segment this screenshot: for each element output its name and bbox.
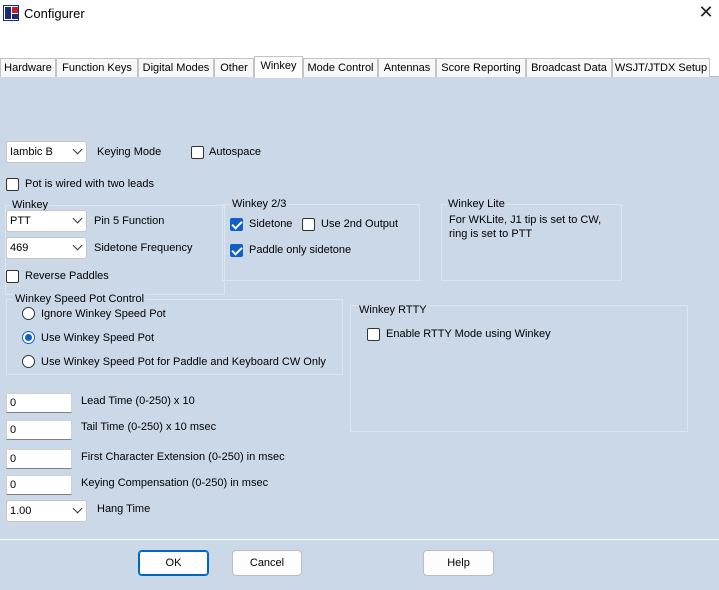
sidetone-frequency-select[interactable]: 469 <box>6 237 87 259</box>
tail-time-label: Tail Time (0-250) x 10 msec <box>81 421 217 433</box>
autospace-checkbox[interactable] <box>191 146 204 159</box>
tab-broadcast-data[interactable]: Broadcast Data <box>526 58 612 77</box>
ok-button[interactable]: OK <box>138 550 209 576</box>
keying-mode-select[interactable]: Iambic B <box>6 141 87 163</box>
close-icon[interactable]: ✕ <box>695 3 717 23</box>
app-logo-icon <box>3 5 19 21</box>
tab-digital-modes[interactable]: Digital Modes <box>138 58 214 77</box>
dialog-footer: OK Cancel Help <box>0 539 719 590</box>
tail-time-input[interactable]: 0 <box>6 420 72 440</box>
winkey-rtty-group <box>350 305 688 432</box>
pin5-function-select[interactable]: PTT <box>6 210 87 232</box>
tab-other[interactable]: Other <box>214 58 254 77</box>
enable-rtty-checkbox[interactable] <box>367 328 380 341</box>
chevron-down-icon <box>72 503 83 514</box>
keying-mode-value: Iambic B <box>10 146 53 158</box>
chevron-down-icon <box>72 213 83 224</box>
use-2nd-output-checkbox[interactable] <box>302 218 315 231</box>
autospace-label: Autospace <box>209 146 261 158</box>
winkey-23-group-label: Winkey 2/3 <box>231 198 288 210</box>
winkey-23-group <box>222 204 420 281</box>
hang-time-select[interactable]: 1.00 <box>6 500 87 522</box>
paddle-only-sidetone-label: Paddle only sidetone <box>249 244 352 256</box>
chevron-down-icon <box>72 240 83 251</box>
tab-mode-control[interactable]: Mode Control <box>303 58 378 77</box>
keying-compensation-label: Keying Compensation (0-250) in msec <box>81 477 269 489</box>
speed-pot-group-label: Winkey Speed Pot Control <box>14 293 146 305</box>
ignore-speed-pot-label: Ignore Winkey Speed Pot <box>41 308 166 320</box>
winkey-rtty-group-label: Winkey RTTY <box>358 304 428 316</box>
pot-two-leads-label: Pot is wired with two leads <box>25 178 154 190</box>
chevron-down-icon <box>72 144 83 155</box>
ignore-speed-pot-radio[interactable] <box>22 307 35 320</box>
tab-wsjt-jtdx-setup[interactable]: WSJT/JTDX Setup <box>612 58 710 77</box>
pin5-function-label: Pin 5 Function <box>94 215 165 227</box>
sidetone-frequency-label: Sidetone Frequency <box>94 242 193 254</box>
lead-time-input[interactable]: 0 <box>6 393 72 413</box>
pot-two-leads-checkbox[interactable] <box>6 178 19 191</box>
sidetone-label: Sidetone <box>249 218 293 230</box>
cancel-button[interactable]: Cancel <box>232 550 302 576</box>
lead-time-label: Lead Time (0-250) x 10 <box>81 395 195 407</box>
reverse-paddles-checkbox[interactable] <box>6 270 19 283</box>
reverse-paddles-label: Reverse Paddles <box>25 270 109 282</box>
tab-function-keys[interactable]: Function Keys <box>56 58 138 77</box>
keying-compensation-input[interactable]: 0 <box>6 475 72 495</box>
winkey-panel: Iambic B Keying Mode Autospace Pot is wi… <box>0 77 719 539</box>
first-char-extension-input[interactable]: 0 <box>6 449 72 469</box>
sidetone-frequency-value: 469 <box>10 242 29 254</box>
winkey-lite-note-line1: For WKLite, J1 tip is set to CW, <box>449 214 602 226</box>
sidetone-checkbox[interactable] <box>230 218 243 231</box>
tab-hardware[interactable]: Hardware <box>0 58 56 77</box>
use-speed-pot-label: Use Winkey Speed Pot <box>41 332 155 344</box>
first-char-extension-label: First Character Extension (0-250) in mse… <box>81 451 285 463</box>
winkey-lite-group-label: Winkey Lite <box>447 198 506 210</box>
use-2nd-output-label: Use 2nd Output <box>321 218 399 230</box>
winkey-lite-note-line2: ring is set to PTT <box>449 228 533 240</box>
tab-strip: Hardware Function Keys Digital Modes Oth… <box>0 56 719 78</box>
window-title: Configurer <box>24 6 85 21</box>
pin5-function-value: PTT <box>10 215 31 227</box>
keying-mode-label: Keying Mode <box>97 146 162 158</box>
speed-pot-paddle-keyboard-label: Use Winkey Speed Pot for Paddle and Keyb… <box>41 356 326 368</box>
tab-score-reporting[interactable]: Score Reporting <box>436 58 526 77</box>
enable-rtty-label: Enable RTTY Mode using Winkey <box>386 328 551 340</box>
paddle-only-sidetone-checkbox[interactable] <box>230 244 243 257</box>
speed-pot-paddle-keyboard-radio[interactable] <box>22 355 35 368</box>
help-button[interactable]: Help <box>423 550 494 576</box>
tab-winkey[interactable]: Winkey <box>254 56 303 78</box>
hang-time-value: 1.00 <box>10 505 32 517</box>
hang-time-label: Hang Time <box>97 503 151 515</box>
use-speed-pot-radio[interactable] <box>22 331 35 344</box>
title-bar: Configurer ✕ <box>0 0 719 27</box>
tab-antennas[interactable]: Antennas <box>378 58 436 77</box>
